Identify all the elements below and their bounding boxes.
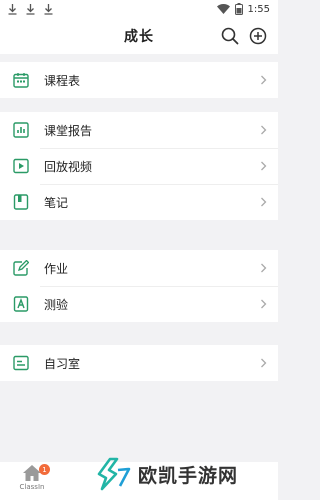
chevron-right-icon [258,358,268,368]
chevron-right-icon [258,125,268,135]
notebook-icon [12,193,30,211]
add-icon [249,27,267,45]
menu-section-study: 自习室 [0,345,278,381]
chevron-right-icon [258,75,268,85]
status-bar: 1:55 [0,0,278,18]
menu-item-label: 自习室 [44,356,81,371]
nav-actions [220,26,268,46]
menu-section-assignments: 作业 测验 [0,250,278,322]
menu-item-label: 笔记 [44,195,69,210]
notification-badge: 1 [39,464,50,475]
chevron-right-icon [258,263,268,273]
quiz-icon [12,295,30,313]
top-nav-bar: 成长 [0,18,278,54]
download-icon [26,3,35,15]
menu-item-quiz[interactable]: 测验 [0,286,278,322]
study-room-icon [12,354,30,372]
watermark-logo-icon [97,457,131,491]
download-icon [8,3,17,15]
menu-item-notes[interactable]: 笔记 [0,184,278,220]
status-time: 1:55 [247,3,270,15]
menu-item-homework[interactable]: 作业 [0,250,278,286]
chevron-right-icon [258,299,268,309]
menu-item-label: 作业 [44,261,69,276]
edit-homework-icon [12,259,30,277]
menu-item-schedule[interactable]: 课程表 [0,62,278,98]
page-title: 成长 [124,29,154,45]
battery-icon [234,3,243,15]
play-video-icon [12,157,30,175]
watermark-text: 欧凯手游网 [138,464,239,487]
menu-item-study-room[interactable]: 自习室 [0,345,278,381]
menu-section-schedule: 课程表 [0,62,278,98]
menu-item-label: 测验 [44,297,69,312]
menu-section-class: 课堂报告 回放视频 笔记 [0,112,278,220]
watermark: 欧凯手游网 [96,456,238,492]
download-icon [44,3,53,15]
add-button[interactable] [248,26,268,46]
chevron-right-icon [258,161,268,171]
menu-item-label: 课程表 [44,73,81,88]
status-right: 1:55 [216,3,270,15]
search-button[interactable] [220,26,240,46]
tab-label: ClassIn [19,483,45,491]
report-chart-icon [12,121,30,139]
search-icon [221,27,239,45]
calendar-icon [12,71,30,89]
menu-item-label: 回放视频 [44,159,93,174]
wifi-icon [216,4,230,14]
status-left [8,3,53,15]
menu-item-label: 课堂报告 [44,123,93,138]
menu-item-class-report[interactable]: 课堂报告 [0,112,278,148]
tab-classin[interactable]: ClassIn 1 [10,464,54,500]
menu-item-playback-video[interactable]: 回放视频 [0,148,278,184]
chevron-right-icon [258,197,268,207]
